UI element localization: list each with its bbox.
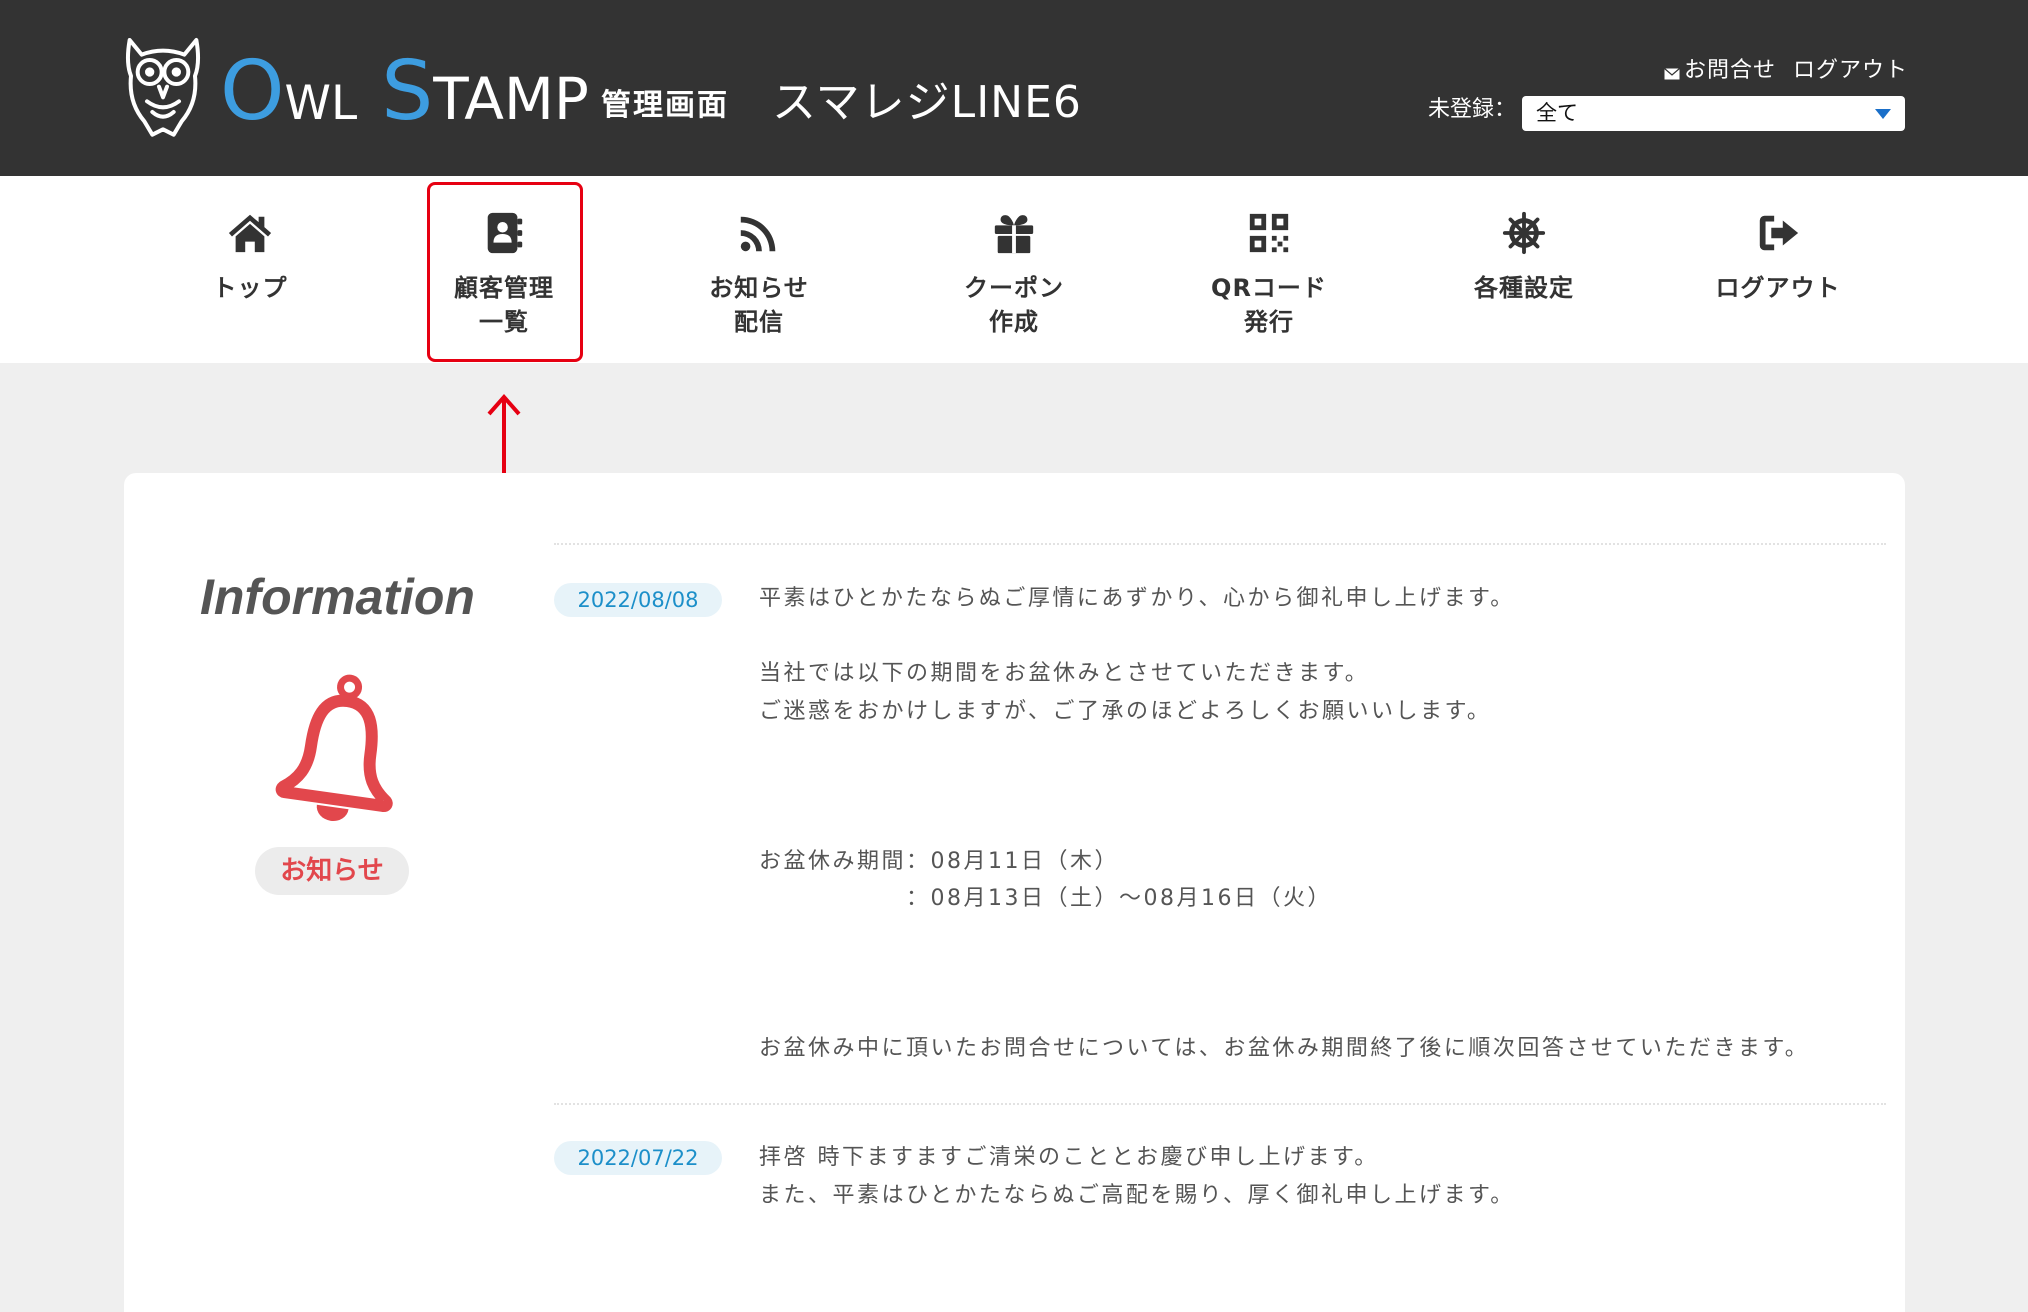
nav-label: 各種設定 (1474, 274, 1574, 302)
nav-label: クーポン (964, 274, 1064, 302)
date-badge: 2022/08/08 (554, 583, 722, 617)
nav-item-notice-delivery[interactable]: お知らせ 配信 (659, 176, 859, 363)
logo-letters-tamp: TAMP (433, 65, 589, 133)
paragraph: お盆休み期間：08月11日（木） ：08月13日（土）〜08月16日（火） (759, 843, 1879, 918)
nav-item-logout[interactable]: ログアウト (1678, 176, 1878, 363)
nav-item-top[interactable]: トップ (150, 176, 350, 363)
dropdown-arrow-icon (1875, 109, 1891, 119)
information-title: Information (200, 569, 475, 625)
nav-item-settings[interactable]: 各種設定 (1424, 176, 1624, 363)
ship-wheel-icon (1501, 210, 1547, 256)
nav-item-qr-issue[interactable]: QRコード 発行 (1169, 176, 1369, 363)
logo-letter-s: S (381, 44, 434, 139)
app-header: O WL S TAMP 管理画面 スマレジLINE6 お問合せ ログアウト 未登… (0, 0, 2028, 176)
logo-letter-o: O (220, 44, 285, 139)
text-line: また、平素はひとかたならぬご高配を賜り、厚く御礼申し上げます。 (759, 1182, 1515, 1208)
text-line: ご迷惑をおかけしますが、ご了承のほどよろしくお願いいします。 (759, 698, 1492, 724)
unregistered-filter-select[interactable]: 全て (1522, 96, 1905, 131)
logo-letters-wl: WL (284, 76, 358, 131)
sign-out-icon (1755, 210, 1801, 256)
home-icon (227, 210, 273, 256)
mail-icon[interactable] (1664, 65, 1680, 80)
text-line: 平素はひとかたならぬご厚情にあずかり、心から御礼申し上げます。 (759, 586, 1515, 611)
admin-label: 管理画面 (601, 88, 729, 123)
rss-icon (736, 210, 782, 256)
paragraph: 拝啓 時下ますますご清栄のこととお慶び申し上げます。 また、平素はひとかたならぬ… (759, 1139, 1879, 1214)
contact-link[interactable]: お問合せ (1684, 60, 1776, 82)
nav-label: ログアウト (1715, 274, 1841, 302)
select-value: 全て (1536, 101, 1578, 125)
date-badge: 2022/07/22 (554, 1141, 722, 1175)
paragraph: お盆休み中に頂いたお問合せについては、お盆休み期間終了後に順次回答させていただき… (759, 1030, 1879, 1068)
paragraph: 当社では以下の期間をお盆休みとさせていただきます。 ご迷惑をおかけしますが、ご了… (759, 655, 1879, 730)
nav-label: お知らせ (709, 274, 809, 302)
divider (554, 543, 1886, 545)
gift-icon (991, 210, 1037, 256)
header-logout-link[interactable]: ログアウト (1793, 60, 1908, 82)
nav-item-coupon-create[interactable]: クーポン 作成 (914, 176, 1114, 363)
nav-label: 配信 (734, 308, 784, 336)
nav-label: トップ (212, 274, 288, 302)
news-entry: 拝啓 時下ますますご清栄のこととお慶び申し上げます。 また、平素はひとかたならぬ… (759, 1139, 1879, 1214)
bell-icon (265, 672, 407, 834)
text-line: お盆休み中に頂いたお問合せについては、お盆休み期間終了後に順次回答させていただき… (759, 1036, 1810, 1061)
nav-label: 作成 (989, 308, 1039, 336)
notice-badge: お知らせ (255, 847, 409, 895)
text-line: ：08月13日（土）〜08月16日（火） (906, 886, 1332, 911)
text-line: お盆休み期間：08月11日（木） (759, 848, 1119, 874)
unregistered-filter-label: 未登録： (1428, 97, 1517, 122)
highlight-box (427, 182, 583, 362)
divider (554, 1103, 1886, 1105)
text-line: 拝啓 時下ますますご清栄のこととお慶び申し上げます。 (759, 1145, 1379, 1170)
brand-logo[interactable]: O WL S TAMP (220, 51, 589, 133)
news-entry: 平素はひとかたならぬご厚情にあずかり、心から御礼申し上げます。 当社では以下の期… (759, 580, 1879, 1068)
owl-logo-icon[interactable] (123, 36, 203, 140)
nav-label: 発行 (1244, 308, 1294, 336)
store-name: スマレジLINE6 (772, 77, 1082, 128)
qr-code-icon (1246, 210, 1292, 256)
nav-label: QRコード (1211, 274, 1327, 302)
main-nav: トップ 顧客管理 一覧 お知らせ 配信 クーポン 作成 QRコード 発行 各種設… (0, 176, 2028, 363)
text-line: 当社では以下の期間をお盆休みとさせていただきます。 (759, 661, 1370, 686)
paragraph: 平素はひとかたならぬご厚情にあずかり、心から御礼申し上げます。 (759, 580, 1879, 618)
